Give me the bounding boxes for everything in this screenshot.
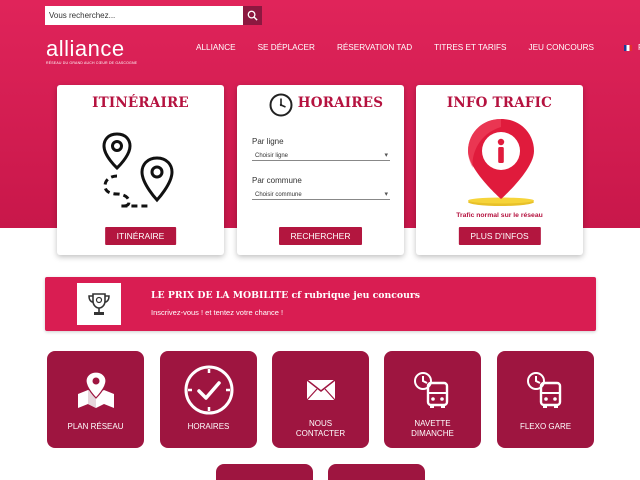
nav-titres-tarifs[interactable]: TITRES ET TARIFS [434, 43, 506, 52]
nav-reservation-tad[interactable]: RÉSERVATION TAD [337, 43, 412, 52]
tile-nous-contacter[interactable]: NOUS CONTACTER [272, 351, 369, 448]
info-trafic-card: INFO TRAFIC Trafic normal sur le réseau … [416, 85, 583, 255]
bus-clock-icon [526, 372, 561, 408]
tile-label: FLEXO GARE [519, 422, 572, 431]
tile-navette-dimanche[interactable]: NAVETTE DIMANCHE [384, 351, 481, 448]
tile-partial[interactable] [328, 464, 425, 480]
clock-icon [184, 365, 233, 415]
tile-horaires[interactable]: HORAIRES [160, 351, 257, 448]
flag-fr-icon [624, 44, 633, 51]
search-input[interactable] [45, 6, 243, 25]
promo-banner[interactable]: LE PRIX DE LA MOBILITE cf rubrique jeu c… [45, 277, 596, 331]
chevron-down-icon: ▾ [384, 152, 388, 159]
chevron-down-icon: ▾ [384, 191, 388, 198]
banner-title: LE PRIX DE LA MOBILITE cf rubrique jeu c… [151, 290, 421, 301]
info-trafic-title: INFO TRAFIC [446, 95, 553, 111]
line-select-value: Choisir ligne [255, 153, 289, 159]
language-selector[interactable]: FR [624, 43, 640, 52]
line-select[interactable]: Choisir ligne ▾ [252, 151, 390, 161]
commune-select[interactable]: Choisir commune ▾ [252, 190, 390, 200]
horaires-card: HORAIRES Par ligne Choisir ligne ▾ Par c… [237, 85, 404, 255]
search-icon [247, 10, 258, 21]
alliance-logo[interactable]: alliance RÉSEAU DU GRAND AUCH CŒUR DE GA… [46, 36, 138, 66]
tile-label: HORAIRES [187, 422, 230, 431]
nav-se-deplacer[interactable]: SE DÉPLACER [258, 43, 315, 52]
tile-label: PLAN RÉSEAU [67, 422, 124, 431]
tile-label: NAVETTE DIMANCHE [411, 419, 454, 438]
clock-icon [269, 93, 293, 117]
tile-partial[interactable] [216, 464, 313, 480]
map-pin-icon [77, 371, 114, 408]
tile-flexo-gare[interactable]: FLEXO GARE [497, 351, 594, 448]
nav-jeu-concours[interactable]: JEU CONCOURS [529, 43, 595, 52]
itineraire-title: ITINÉRAIRE [92, 95, 189, 111]
logo-tagline: RÉSEAU DU GRAND AUCH CŒUR DE GASCOGNE [46, 61, 138, 65]
bus-clock-icon [413, 372, 448, 408]
tile-label: NOUS CONTACTER [295, 419, 346, 438]
itineraire-card: ITINÉRAIRE ITINÉRAIRE [57, 85, 224, 255]
horaires-clock-icon [269, 93, 293, 122]
route-icon [102, 132, 174, 208]
envelope-icon [306, 379, 335, 401]
nav-alliance[interactable]: ALLIANCE [196, 43, 236, 52]
banner-subtitle: Inscrivez-vous ! et tentez votre chance … [151, 308, 284, 317]
search-bar [45, 6, 262, 25]
horaires-title: HORAIRES [297, 95, 384, 111]
line-label: Par ligne [252, 137, 284, 146]
commune-select-value: Choisir commune [255, 192, 302, 198]
itineraire-button[interactable]: ITINÉRAIRE [104, 227, 177, 245]
plus-infos-button[interactable]: PLUS D'INFOS [458, 227, 541, 245]
trafic-status: Trafic normal sur le réseau [456, 212, 543, 219]
trophy-icon [88, 293, 110, 315]
logo-wordmark: alliance [46, 36, 125, 61]
search-button[interactable] [243, 6, 262, 25]
tile-plan-reseau[interactable]: PLAN RÉSEAU [47, 351, 144, 448]
rechercher-button[interactable]: RECHERCHER [278, 227, 363, 245]
commune-label: Par commune [252, 176, 302, 185]
trophy-thumbnail [77, 283, 121, 325]
main-nav: ALLIANCE SE DÉPLACER RÉSERVATION TAD TIT… [196, 43, 640, 52]
info-pin-icon [468, 119, 534, 206]
